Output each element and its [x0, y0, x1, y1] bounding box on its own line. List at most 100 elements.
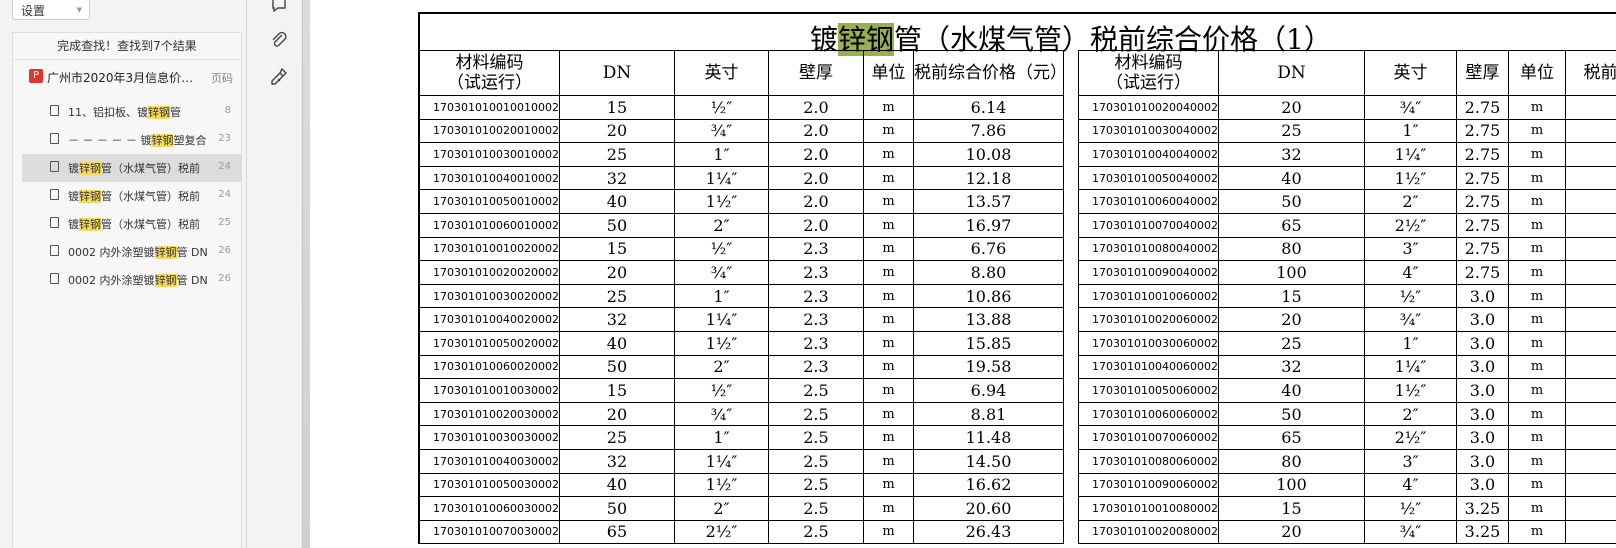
table-cell: [1564, 165, 1616, 191]
table-cell: 13.57: [912, 189, 1064, 214]
table-cell: 170301010090060002: [1078, 472, 1219, 498]
table-row: 170301010020030002 20 ¾″ 2.5 m 8.81: [418, 401, 1064, 427]
table-cell: [1564, 354, 1616, 380]
search-result-item[interactable]: 镀锌钢管（水煤气管）税前 24: [13, 182, 241, 210]
table-row: 170301010050030002 40 1½″ 2.5 m 16.62: [418, 472, 1064, 498]
table-cell: 25: [558, 283, 675, 309]
page-icon: [50, 273, 59, 284]
table-cell: 10.86: [912, 283, 1064, 309]
table-cell: 1½″: [673, 189, 769, 214]
table-row: 170301010050040002 40 1½″ 2.75 m: [1078, 165, 1616, 191]
search-status: 完成查找！查找到7个结果: [13, 33, 241, 60]
table-cell: 3.0: [1455, 448, 1509, 474]
signature-icon[interactable]: [269, 66, 289, 86]
table-cell: 2.75: [1455, 165, 1509, 191]
table-cell: 65: [1217, 425, 1365, 450]
table-cell: 3″: [1363, 448, 1457, 474]
comment-icon[interactable]: [269, 0, 289, 16]
table-cell: m: [862, 189, 914, 214]
table-cell: m: [1507, 142, 1566, 167]
table-cell: 170301010020060002: [1078, 307, 1219, 332]
search-sidebar: 设置 ▼ 完成查找！查找到7个结果 P 广州市2020年3月信息价… 页码 11…: [0, 0, 247, 548]
table-cell: 2.75: [1455, 189, 1509, 214]
table-cell: 1½″: [673, 472, 769, 498]
table-cell: 11.48: [912, 425, 1064, 450]
search-result-item[interactable]: － － － － － 镀锌钢塑复合 23: [13, 126, 241, 154]
search-result-page: 23: [218, 133, 231, 144]
table-cell: m: [862, 236, 914, 262]
table-row: 170301010090040002 100 4″ 2.75 m: [1078, 260, 1616, 285]
table-cell: m: [1507, 519, 1566, 545]
search-match-highlight: 锌钢: [151, 134, 174, 147]
search-result-text: 镀锌钢管（水煤气管）税前: [68, 218, 200, 231]
column-header: 英寸: [1363, 50, 1457, 96]
search-result-item[interactable]: 11、铝扣板、镀锌钢管 8: [13, 98, 241, 126]
table-row: 170301010020060002 20 ¾″ 3.0 m: [1078, 307, 1616, 332]
table-cell: m: [1507, 496, 1566, 521]
table-cell: 170301010010030002: [418, 378, 560, 403]
attachment-icon[interactable]: [269, 30, 289, 50]
table-cell: ¾″: [1363, 519, 1457, 545]
table-cell: 32: [1217, 142, 1365, 167]
search-result-item[interactable]: 0002 内外涂塑镀锌钢管 DN 26: [13, 238, 241, 266]
table-cell: 12.18: [912, 165, 1064, 191]
table-row: 170301010030030002 25 1″ 2.5 m 11.48: [418, 425, 1064, 450]
sheet-title-row: 镀锌钢管（水煤气管）税前综合价格（1）: [418, 12, 1616, 56]
table-cell: 1¼″: [1363, 142, 1457, 167]
table-cell: 4″: [1363, 472, 1457, 498]
table-row: 170301010020040002 20 ¾″ 2.75 m: [1078, 95, 1616, 120]
search-results-panel: 完成查找！查找到7个结果 P 广州市2020年3月信息价… 页码 11、铝扣板、…: [12, 32, 242, 548]
search-result-text: 11、铝扣板、镀锌钢管: [68, 106, 181, 119]
table-cell: m: [1507, 378, 1566, 403]
table-row: 170301010060030002 50 2″ 2.5 m 20.60: [418, 496, 1064, 521]
table-cell: 170301010040060002: [1078, 354, 1219, 380]
table-cell: 3.0: [1455, 472, 1509, 498]
table-cell: 170301010050060002: [1078, 378, 1219, 403]
table-cell: 170301010060010002: [418, 212, 560, 238]
table-cell: 40: [1217, 378, 1365, 403]
table-cell: ½″: [673, 236, 769, 262]
table-cell: 170301010060020002: [418, 354, 560, 380]
table-cell: m: [1507, 425, 1566, 450]
table-row: 170301010060060002 50 2″ 3.0 m: [1078, 401, 1616, 427]
search-result-item[interactable]: 镀锌钢管（水煤气管）税前 24: [22, 154, 241, 182]
table-cell: 1½″: [1363, 378, 1457, 403]
table-row: 170301010020020002 20 ¾″ 2.3 m 8.80: [418, 260, 1064, 285]
table-row: 170301010080060002 80 3″ 3.0 m: [1078, 448, 1616, 474]
table-cell: 1″: [673, 142, 769, 167]
pdf-page: 镀锌钢管（水煤气管）税前综合价格（1） 材料编码 （试运行） DN 英寸 壁厚 单位 税前…: [310, 0, 1616, 548]
table-cell: [1564, 236, 1616, 262]
table-cell: m: [862, 165, 914, 191]
table-cell: 40: [558, 189, 675, 214]
table-cell: 3″: [1363, 236, 1457, 262]
chevron-down-icon: ▼: [76, 6, 82, 14]
document-row[interactable]: P 广州市2020年3月信息价… 页码: [13, 60, 241, 92]
settings-dropdown[interactable]: 设置 ▼: [12, 0, 90, 20]
table-cell: ½″: [1363, 283, 1457, 309]
table-cell: 2.75: [1455, 142, 1509, 167]
page-icon: [50, 161, 59, 172]
table-row: 170301010050060002 40 1½″ 3.0 m: [1078, 378, 1616, 403]
search-result-item[interactable]: 镀锌钢管（水煤气管）税前 25: [13, 210, 241, 238]
table-cell: 2″: [673, 212, 769, 238]
column-header: 材料编码 （试运行）: [1078, 50, 1219, 96]
table-cell: 15.85: [912, 330, 1064, 356]
table-cell: ¾″: [673, 260, 769, 285]
table-cell: 16.62: [912, 472, 1064, 498]
column-header: DN: [1217, 50, 1365, 96]
table-cell: 170301010020080002: [1078, 519, 1219, 545]
search-result-item[interactable]: 0002 内外涂塑镀锌钢管 DN 26: [13, 266, 241, 294]
table-cell: m: [862, 354, 914, 380]
table-cell: m: [862, 330, 914, 356]
table-cell: 3.0: [1455, 425, 1509, 450]
table-cell: 32: [1217, 354, 1365, 380]
page-icon: [50, 133, 59, 144]
table-cell: ¾″: [1363, 95, 1457, 120]
table-row: 170301010070040002 65 2½″ 2.75 m: [1078, 212, 1616, 238]
table-cell: 170301010040020002: [418, 307, 560, 332]
price-table-right: 材料编码 （试运行） DN 英寸 壁厚 单位 税前 170301010020040002 2…: [1078, 50, 1616, 545]
table-cell: 40: [558, 330, 675, 356]
search-result-text: 0002 内外涂塑镀锌钢管 DN: [68, 246, 208, 259]
table-cell: 100: [1217, 260, 1365, 285]
table-cell: 15: [1217, 283, 1365, 309]
